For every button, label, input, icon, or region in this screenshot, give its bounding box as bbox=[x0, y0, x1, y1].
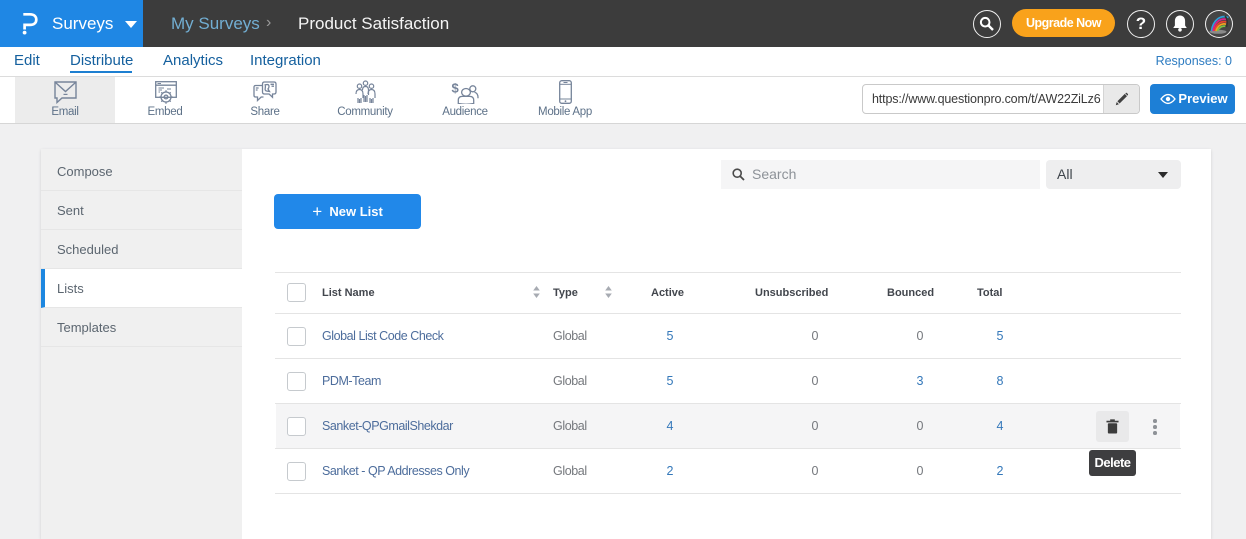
svg-text:$: $ bbox=[452, 81, 460, 96]
